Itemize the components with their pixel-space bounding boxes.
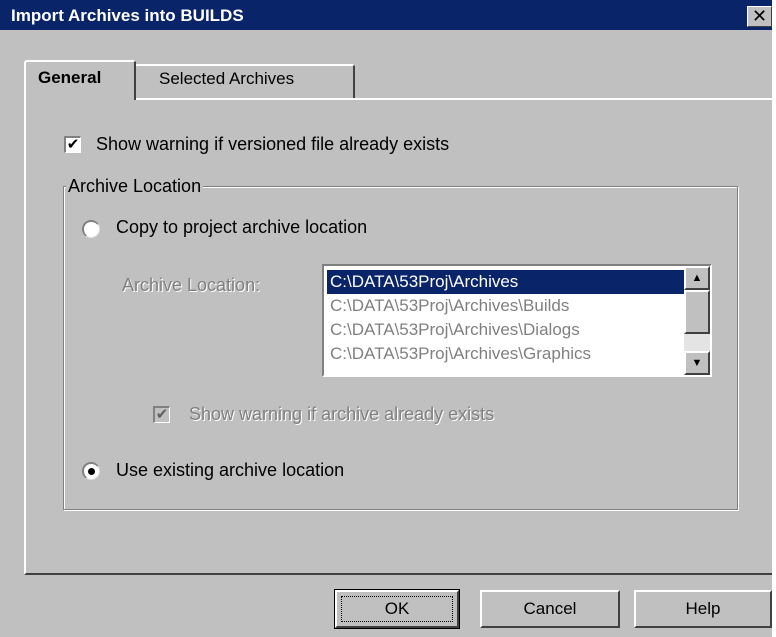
help-button-label: Help [685,599,721,618]
archive-list-scrollbar[interactable]: ▲ ▼ [684,266,710,375]
cancel-button[interactable]: Cancel [480,590,620,628]
archive-location-group-legend: Archive Location [66,176,204,197]
check-icon: ✔ [155,406,169,423]
close-icon: ✕ [751,6,768,26]
show-warning-versioned-label[interactable]: Show warning if versioned file already e… [96,134,449,155]
use-existing-location-radio[interactable] [82,462,100,480]
archive-list-item[interactable]: C:\DATA\53Proj\Archives [327,270,685,294]
check-icon: ✔ [66,136,80,153]
scroll-thumb[interactable] [684,290,710,334]
archive-list-item[interactable]: C:\DATA\53Proj\Archives\Graphics [327,342,685,366]
show-warning-archive-label: Show warning if archive already exists [189,404,495,424]
focus-rectangle [341,596,453,622]
scroll-up-icon: ▲ [691,272,703,284]
archive-list-item[interactable]: C:\DATA\53Proj\Archives\Builds [327,294,685,318]
window-title: Import Archives into BUILDS [11,6,244,25]
help-button[interactable]: Help [634,590,772,628]
close-button[interactable]: ✕ [747,6,772,27]
archive-location-field-label: Archive Location: [122,275,261,295]
tab-selected-archives[interactable]: Selected Archives [134,64,355,98]
import-archives-dialog: Import Archives into BUILDS ✕ General Se… [0,0,772,637]
title-bar[interactable]: Import Archives into BUILDS ✕ [0,0,772,30]
scroll-down-button[interactable]: ▼ [684,351,710,375]
scroll-up-button[interactable]: ▲ [684,266,710,290]
tab-general[interactable]: General [24,60,136,100]
copy-to-project-radio[interactable] [82,220,100,238]
archive-location-listbox[interactable]: C:\DATA\53Proj\Archives C:\DATA\53Proj\A… [322,264,712,377]
cancel-button-label: Cancel [523,599,577,618]
copy-to-project-label[interactable]: Copy to project archive location [116,217,367,238]
archive-list-item[interactable]: C:\DATA\53Proj\Archives\Dialogs [327,318,685,342]
tab-general-label: General [38,68,102,87]
ok-button[interactable]: OK [334,589,460,629]
scroll-down-icon: ▼ [691,357,703,369]
radio-selected-dot [88,468,95,475]
show-warning-versioned-checkbox[interactable]: ✔ [64,136,81,153]
tab-selected-archives-label: Selected Archives [159,69,295,88]
show-warning-archive-checkbox[interactable]: ✔ [153,406,170,423]
use-existing-location-label[interactable]: Use existing archive location [116,460,344,481]
